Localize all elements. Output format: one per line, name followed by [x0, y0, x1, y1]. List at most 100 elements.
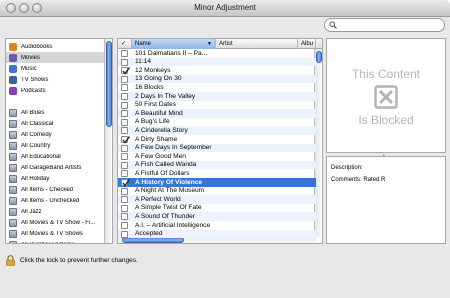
- table-row[interactable]: A Beautiful Mind: [118, 109, 316, 118]
- sidebar-item-label: All Movies & TV Shows: [21, 230, 83, 237]
- row-checkbox[interactable]: [121, 127, 128, 135]
- music-icon: [9, 64, 17, 73]
- row-checkbox[interactable]: [121, 161, 128, 169]
- sidebar-item-label: All Classical: [21, 120, 54, 127]
- row-checkbox[interactable]: [121, 179, 130, 187]
- track-name: A Bug's Life: [135, 118, 170, 126]
- row-checkbox[interactable]: [121, 136, 130, 144]
- table-row[interactable]: A.I. – Artificial Intelligence: [118, 221, 316, 230]
- sidebar-item[interactable]: Podcasts: [6, 85, 106, 96]
- source-list-scroll-thumb[interactable]: [106, 41, 112, 127]
- sidebar-item[interactable]: Music: [6, 63, 106, 74]
- sidebar-item[interactable]: TV Shows: [6, 74, 106, 85]
- table-row[interactable]: A Perfect World: [118, 195, 316, 204]
- track-name: A Cinderella Story: [135, 126, 188, 134]
- track-name: A Fish Called Wanda: [135, 161, 197, 169]
- row-checkbox[interactable]: [121, 144, 128, 152]
- table-row[interactable]: A Fish Called Wanda: [118, 160, 316, 170]
- track-name: Accepted: [135, 230, 163, 238]
- search-input[interactable]: [339, 20, 439, 30]
- track-name: A Few Days In September: [135, 144, 212, 152]
- playlist-icon: [9, 229, 17, 238]
- sidebar-item[interactable]: All Country: [6, 140, 106, 151]
- row-checkbox[interactable]: [121, 110, 128, 118]
- playlist-icon: [9, 174, 17, 183]
- playlist-icon: [9, 185, 17, 194]
- playlist-icon: [9, 163, 17, 172]
- search-field[interactable]: [324, 18, 445, 32]
- table-row[interactable]: A Night At The Museum: [118, 187, 316, 196]
- track-name: 16 Blocks: [135, 83, 164, 91]
- table-row[interactable]: 12 Monkeys: [118, 66, 316, 75]
- table-row[interactable]: A Sound Of Thunder: [118, 212, 316, 221]
- row-checkbox[interactable]: [121, 67, 130, 75]
- audiobook-icon: [9, 42, 17, 51]
- row-checkbox[interactable]: [121, 187, 128, 195]
- sidebar-item-label: TV Shows: [21, 76, 49, 83]
- row-checkbox[interactable]: [121, 84, 128, 92]
- sidebar-item-label: Podcasts: [21, 87, 46, 94]
- playlist-icon: [9, 218, 17, 227]
- sidebar-item[interactable]: All Movies & TV Show - Fi...: [6, 217, 106, 228]
- table-row[interactable]: 50 First Dates: [118, 101, 316, 110]
- sidebar-item[interactable]: All Items - Unchecked: [6, 195, 106, 206]
- sidebar-item[interactable]: Movies: [6, 52, 106, 63]
- sidebar-item[interactable]: All Purchased Items: [6, 239, 106, 243]
- table-row[interactable]: 2 Days In The Valley: [118, 92, 316, 101]
- sidebar-item-label: All Holiday: [21, 175, 50, 182]
- row-checkbox[interactable]: [121, 196, 128, 204]
- row-checkbox[interactable]: [121, 222, 128, 229]
- table-header: ✓ Name ▼ Artist Albu: [118, 39, 322, 49]
- row-checkbox[interactable]: [121, 213, 128, 221]
- track-name: A History Of Violence: [135, 178, 203, 186]
- source-list: All SinglesAll RockAll ReggaeAll Purchas…: [5, 38, 113, 244]
- sidebar-item[interactable]: All Items - Checked: [6, 184, 106, 195]
- column-header-name[interactable]: Name ▼: [132, 39, 216, 49]
- table-row[interactable]: A Fistful Of Dollars: [118, 169, 316, 178]
- table-row[interactable]: A Cinderella Story: [118, 126, 316, 135]
- sidebar-item[interactable]: All Educational: [6, 151, 106, 162]
- sidebar-item-label: All Blues: [21, 109, 45, 116]
- sidebar-item[interactable]: All Classical: [6, 118, 106, 129]
- row-checkbox[interactable]: [121, 230, 128, 238]
- source-list-scrollbar[interactable]: [104, 39, 112, 243]
- sidebar-item[interactable]: All Holiday: [6, 173, 106, 184]
- table-row[interactable]: A Dirty Shame: [118, 135, 316, 144]
- table-row[interactable]: 101 Dalmatians II – Pa...: [118, 49, 316, 58]
- sidebar-item[interactable]: All Jazz: [6, 206, 106, 217]
- table-row[interactable]: A Few Days In September: [118, 143, 316, 153]
- row-checkbox[interactable]: [121, 58, 128, 66]
- column-header-artist[interactable]: Artist: [216, 39, 298, 49]
- row-checkbox[interactable]: [121, 93, 128, 100]
- lock-icon[interactable]: [6, 255, 15, 266]
- sidebar-item[interactable]: All GarageBand Artists: [6, 162, 106, 173]
- table-row[interactable]: A Few Good Men: [118, 152, 316, 161]
- table-row[interactable]: Accepted: [118, 229, 316, 239]
- sidebar-item-label: All Movies & TV Show - Fi...: [21, 219, 96, 226]
- table-row[interactable]: 11:14: [118, 57, 316, 67]
- sidebar-item[interactable]: All Movies & TV Shows: [6, 228, 106, 239]
- row-checkbox[interactable]: [121, 170, 128, 178]
- table-row[interactable]: A History Of Violence: [118, 178, 316, 187]
- column-header-check[interactable]: ✓: [118, 39, 132, 49]
- row-checkbox[interactable]: [121, 204, 128, 212]
- sidebar-item[interactable]: All Comedy: [6, 129, 106, 140]
- row-checkbox[interactable]: [121, 118, 128, 126]
- track-name: 50 First Dates: [135, 101, 177, 109]
- sidebar-item[interactable]: All Blues: [6, 107, 106, 118]
- table-row[interactable]: 13 Going On 30: [118, 74, 316, 84]
- search-icon: [329, 21, 337, 29]
- column-header-album[interactable]: Albu: [298, 39, 316, 49]
- track-name: A Fistful Of Dollars: [135, 169, 190, 177]
- table-row[interactable]: A Simple Twist Of Fate: [118, 204, 316, 213]
- window-title: Minor Adjustment: [194, 3, 256, 12]
- row-checkbox[interactable]: [121, 50, 128, 57]
- table-scroll-thumb[interactable]: [316, 51, 322, 63]
- table-row[interactable]: 16 Blocks: [118, 83, 316, 92]
- podcast-icon: [9, 86, 17, 95]
- sidebar-item[interactable]: Audiobooks: [6, 41, 106, 52]
- row-checkbox[interactable]: [121, 153, 128, 161]
- table-row[interactable]: A Bug's Life: [118, 118, 316, 127]
- row-checkbox[interactable]: [121, 75, 128, 83]
- row-checkbox[interactable]: [121, 101, 128, 109]
